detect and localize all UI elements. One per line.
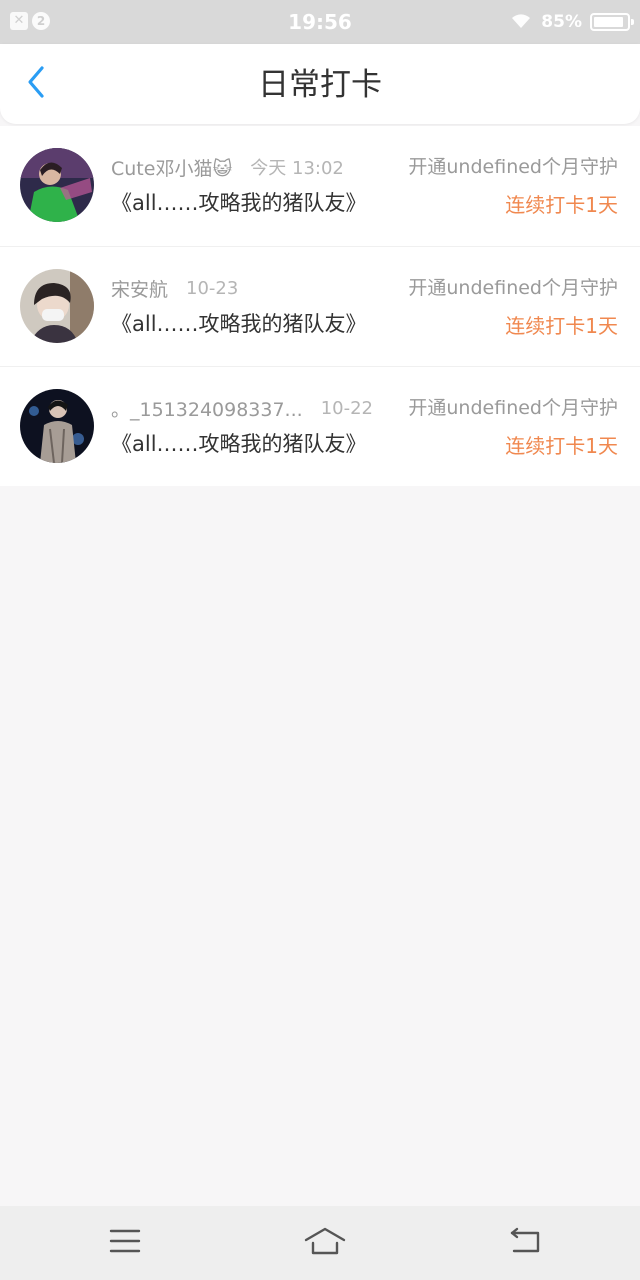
screen: ✕ 2 19:56 85% 日常打卡 Cute邓小猫😺 今天 13:02 开通u…	[0, 0, 640, 1280]
checkin-item[interactable]: 。_151324098337... 10-22 开通undefined个月守护 …	[0, 366, 640, 486]
streak-text: 连续打卡1天	[505, 193, 618, 217]
checkin-item[interactable]: Cute邓小猫😺 今天 13:02 开通undefined个月守护 《all………	[0, 126, 640, 246]
checkin-item[interactable]: 宋安航 10-23 开通undefined个月守护 《all……攻略我的猪队友》…	[0, 246, 640, 366]
checkin-time: 10-23	[186, 277, 239, 299]
book-title[interactable]: 《all……攻略我的猪队友》	[111, 310, 367, 338]
name-line: 宋安航 10-23	[111, 275, 238, 301]
streak-text: 连续打卡1天	[505, 314, 618, 338]
status-bar: ✕ 2 19:56 85%	[0, 0, 640, 44]
back-icon	[508, 1227, 542, 1259]
battery-percent: 85%	[541, 12, 582, 32]
back-button[interactable]	[16, 64, 56, 104]
guard-text: 开通undefined个月守护	[408, 397, 618, 419]
menu-button[interactable]	[100, 1223, 150, 1263]
name-line: 。_151324098337... 10-22	[111, 395, 373, 421]
guard-text: 开通undefined个月守护	[408, 156, 618, 178]
username[interactable]: 。_151324098337...	[111, 395, 303, 422]
home-button[interactable]	[300, 1223, 350, 1263]
checkin-time: 10-22	[320, 397, 373, 419]
guard-text: 开通undefined个月守护	[408, 277, 618, 299]
avatar[interactable]	[20, 148, 94, 222]
username[interactable]: 宋安航	[111, 275, 168, 302]
battery-icon	[590, 13, 634, 31]
book-title[interactable]: 《all……攻略我的猪队友》	[111, 189, 367, 217]
battery-level-fill	[594, 17, 623, 27]
streak-text: 连续打卡1天	[505, 434, 618, 458]
page-header: 日常打卡	[0, 44, 640, 124]
home-icon	[303, 1226, 347, 1260]
checkin-list: Cute邓小猫😺 今天 13:02 开通undefined个月守护 《all………	[0, 126, 640, 486]
wifi-icon	[509, 10, 533, 34]
system-nav-bar	[0, 1206, 640, 1280]
username[interactable]: Cute邓小猫😺	[111, 154, 232, 181]
back-nav-button[interactable]	[500, 1223, 550, 1263]
checkin-time: 今天 13:02	[250, 158, 344, 179]
avatar[interactable]	[20, 389, 94, 463]
name-line: Cute邓小猫😺 今天 13:02	[111, 154, 344, 180]
book-title[interactable]: 《all……攻略我的猪队友》	[111, 430, 367, 458]
page-title: 日常打卡	[258, 67, 382, 103]
avatar[interactable]	[20, 269, 94, 343]
back-chevron-icon	[25, 65, 47, 103]
status-right: 85%	[509, 10, 634, 34]
menu-icon	[109, 1228, 141, 1258]
